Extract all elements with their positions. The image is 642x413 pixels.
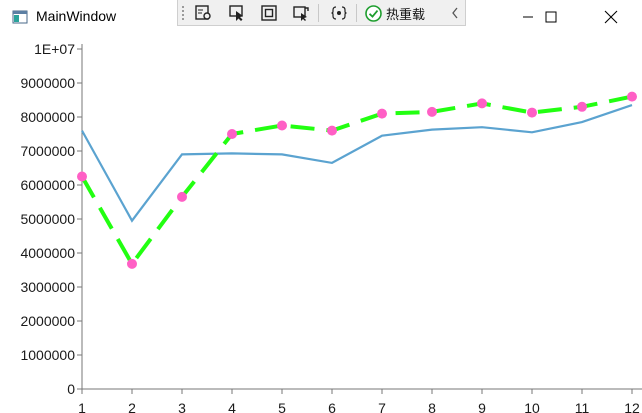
series-2-point bbox=[627, 91, 637, 102]
close-icon bbox=[604, 10, 618, 24]
series-2-point bbox=[327, 125, 337, 136]
select-element-icon[interactable] bbox=[226, 2, 248, 24]
series-2-point bbox=[577, 101, 587, 112]
x-tick-label: 5 bbox=[278, 400, 286, 413]
y-tick-label: 7000000 bbox=[20, 143, 75, 159]
y-tick-label: 1000000 bbox=[20, 347, 75, 363]
y-tick-label: 6000000 bbox=[20, 177, 75, 193]
close-button[interactable] bbox=[588, 0, 634, 34]
series-2-point bbox=[527, 107, 537, 118]
x-tick-label: 8 bbox=[428, 400, 436, 413]
x-tick-label: 9 bbox=[478, 400, 486, 413]
xaml-debug-toolbar: 热重载 bbox=[177, 0, 466, 26]
x-tick-label: 10 bbox=[524, 400, 540, 413]
y-tick-label: 4000000 bbox=[20, 245, 75, 261]
hot-reload-check-icon bbox=[365, 4, 382, 22]
x-tick-label: 7 bbox=[378, 400, 386, 413]
x-tick-label: 6 bbox=[328, 400, 336, 413]
x-tick-label: 4 bbox=[228, 400, 236, 413]
binding-failures-icon[interactable] bbox=[328, 2, 350, 24]
y-tick-label: 5000000 bbox=[20, 211, 75, 227]
series-2-point bbox=[477, 98, 487, 109]
track-focus-icon[interactable] bbox=[290, 2, 312, 24]
main-window: MainWindow 热重载 0 1000000 2000000 3000000… bbox=[0, 0, 642, 413]
x-tick-label: 3 bbox=[178, 400, 186, 413]
series-2-point bbox=[377, 108, 387, 119]
collapse-chevron-icon[interactable] bbox=[448, 2, 462, 24]
toolbar-separator bbox=[318, 4, 319, 22]
line-chart: 0 1000000 2000000 3000000 4000000 5000000 6000… bbox=[20, 41, 642, 413]
toolbar-grip[interactable] bbox=[182, 6, 187, 20]
hot-reload-button[interactable]: 热重载 bbox=[365, 3, 425, 23]
series-2-point bbox=[277, 120, 287, 131]
series-2-point bbox=[227, 129, 237, 139]
toolbar-separator bbox=[356, 4, 357, 22]
y-tick-label: 9000000 bbox=[20, 75, 75, 91]
maximize-button[interactable] bbox=[528, 0, 574, 34]
y-tick-label: 3000000 bbox=[20, 279, 75, 295]
y-tick-label: 2000000 bbox=[20, 313, 75, 329]
series-2-line bbox=[80, 94, 633, 268]
maximize-icon bbox=[545, 11, 557, 23]
x-tick-label: 2 bbox=[128, 400, 136, 413]
hot-reload-label: 热重载 bbox=[386, 7, 426, 23]
series-1-line bbox=[81, 104, 633, 223]
series-2-point bbox=[127, 258, 137, 269]
series-2-point bbox=[427, 106, 437, 117]
series-2-point bbox=[77, 171, 87, 182]
x-tick-label: 11 bbox=[575, 400, 590, 413]
series-2-point bbox=[177, 191, 187, 202]
app-window-icon bbox=[12, 10, 28, 24]
display-layout-adorners-icon[interactable] bbox=[258, 2, 280, 24]
x-tick-label: 12 bbox=[624, 400, 640, 413]
y-tick-label: 1E+07 bbox=[34, 41, 75, 57]
live-visual-tree-icon[interactable] bbox=[192, 2, 214, 24]
window-title: MainWindow bbox=[36, 8, 117, 24]
y-tick-label: 0 bbox=[67, 381, 75, 397]
title-bar[interactable]: MainWindow 热重载 bbox=[0, 0, 642, 34]
y-tick-label: 8000000 bbox=[20, 109, 75, 125]
x-tick-label: 1 bbox=[78, 400, 86, 413]
